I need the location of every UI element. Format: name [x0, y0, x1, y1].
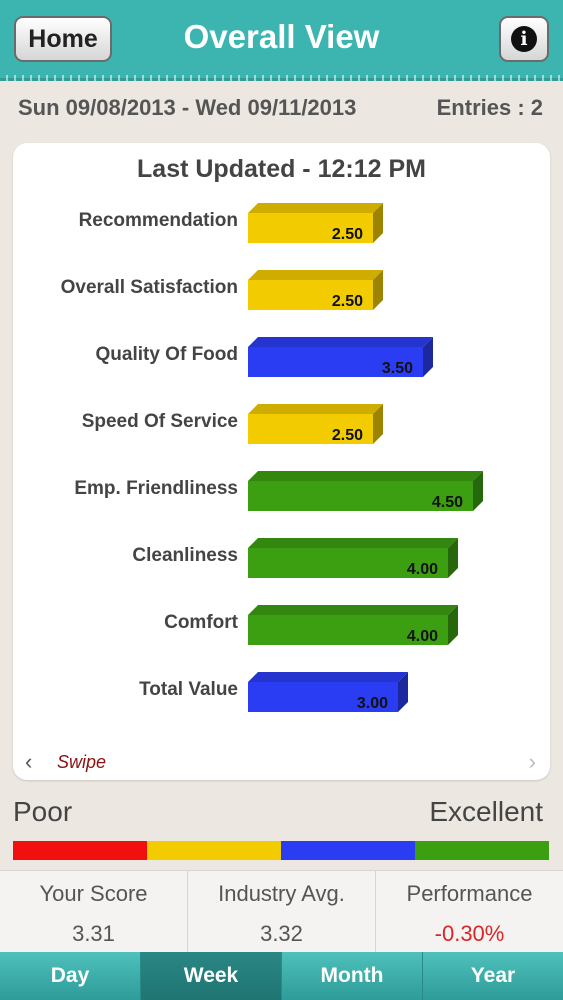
industry-average: Industry Avg. 3.32 [188, 871, 376, 953]
value-label: 2.50 [332, 226, 363, 243]
page-title: Overall View [183, 18, 380, 55]
category-label: Speed Of Service [82, 411, 238, 432]
score-summary: Your Score 3.31 Industry Avg. 3.32 Perfo… [0, 870, 563, 953]
category-label: Quality Of Food [96, 344, 239, 365]
scale-segment-fair [147, 841, 281, 860]
bar-top [248, 404, 383, 414]
last-updated: Last Updated - 12:12 PM [137, 155, 426, 183]
value-label: 2.50 [332, 293, 363, 310]
scale-poor-label: Poor [13, 796, 73, 827]
header-bar: Home Overall View i [0, 0, 563, 81]
bar-group: Total Value 3.00 [139, 672, 408, 712]
bar-group: Recommendation 2.50 [79, 203, 383, 243]
info-button[interactable]: i [499, 16, 549, 62]
category-label: Overall Satisfaction [61, 277, 238, 298]
swipe-hint: Swipe [57, 752, 107, 772]
category-label: Recommendation [79, 210, 238, 231]
bar-group: Speed Of Service 2.50 [82, 404, 383, 444]
performance: Performance -0.30% [376, 871, 563, 953]
value-label: 4.00 [407, 561, 438, 578]
bar-top [248, 538, 458, 548]
tab-month[interactable]: Month [282, 952, 423, 1000]
value-label: 2.50 [332, 427, 363, 444]
your-score: Your Score 3.31 [0, 871, 188, 953]
performance-value: -0.30% [434, 921, 505, 946]
bar-group: Comfort 4.00 [164, 605, 458, 645]
bar-top [248, 672, 408, 682]
value-label: 4.50 [432, 494, 463, 511]
tab-day[interactable]: Day [0, 952, 141, 1000]
category-label: Total Value [139, 679, 238, 700]
swipe-right-icon[interactable]: › [529, 749, 536, 775]
scale-excellent-label: Excellent [429, 796, 543, 827]
swipe-left-icon[interactable]: ‹ [25, 749, 32, 775]
period-tab-bar: Day Week Month Year [0, 952, 563, 1000]
scale-segment-excellent [415, 841, 549, 860]
entries-count: Entries : 2 [436, 95, 543, 120]
info-icon: i [511, 26, 537, 52]
your-score-value: 3.31 [72, 921, 115, 946]
home-button[interactable]: Home [14, 16, 112, 62]
tab-week[interactable]: Week [141, 952, 282, 1000]
date-range: Sun 09/08/2013 - Wed 09/11/2013 [18, 95, 357, 120]
category-label: Cleanliness [132, 545, 238, 566]
bar-top [248, 203, 383, 213]
industry-average-label: Industry Avg. [218, 881, 345, 906]
chart-card[interactable]: Recommendation 2.50 Overall Satisfaction 2.… [13, 143, 550, 780]
category-label: Emp. Friendliness [74, 478, 238, 499]
value-label: 3.00 [357, 695, 388, 712]
bar-group: Emp. Friendliness 4.50 [74, 471, 483, 511]
bar-group: Cleanliness 4.00 [132, 538, 458, 578]
rating-scale-bar [13, 841, 549, 860]
ratings-bar-chart: Recommendation 2.50 Overall Satisfaction 2.… [61, 203, 483, 712]
bar-group: Quality Of Food 3.50 [96, 337, 433, 377]
value-label: 4.00 [407, 628, 438, 645]
tab-year[interactable]: Year [423, 952, 563, 1000]
industry-average-value: 3.32 [260, 921, 303, 946]
bar-top [248, 471, 483, 481]
bar-group: Overall Satisfaction 2.50 [61, 270, 383, 310]
scale-segment-good [281, 841, 415, 860]
bar-top [248, 337, 433, 347]
bar-top [248, 270, 383, 280]
bar-top [248, 605, 458, 615]
performance-label: Performance [406, 881, 533, 906]
your-score-label: Your Score [39, 881, 148, 906]
value-label: 3.50 [382, 360, 413, 377]
scale-segment-poor [13, 841, 147, 860]
category-label: Comfort [164, 612, 239, 633]
